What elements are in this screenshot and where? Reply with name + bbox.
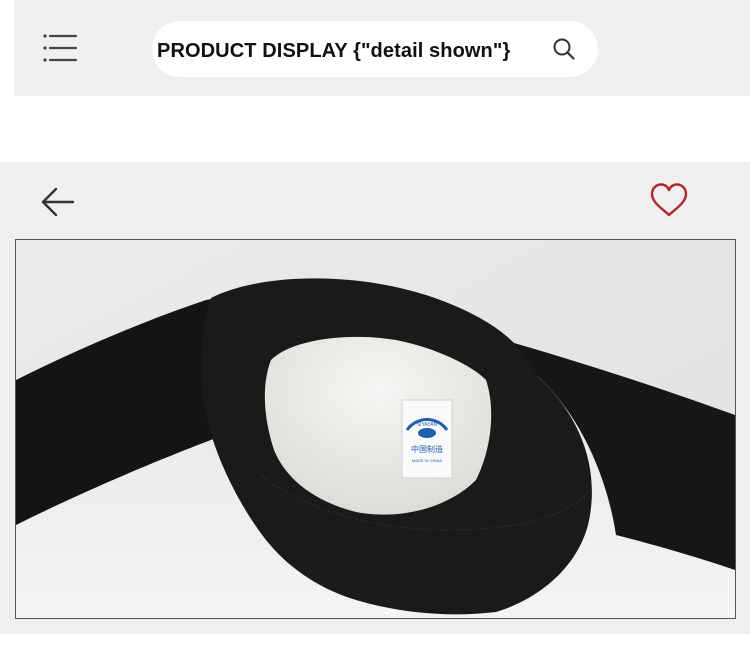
hamburger-menu-icon (43, 34, 78, 62)
back-button[interactable] (40, 186, 76, 218)
back-arrow-icon (41, 187, 75, 217)
search-icon (553, 38, 575, 60)
search-query-text: PRODUCT DISPLAY {"detail shown"} (157, 40, 511, 62)
favorite-button[interactable] (650, 182, 688, 220)
menu-button[interactable] (42, 30, 78, 66)
sweatshirt-collar-photo: SIYAYAN 中国制造 MADE IN CHINA (16, 240, 735, 618)
product-panel: SIYAYAN 中国制造 MADE IN CHINA (0, 162, 750, 634)
top-bar: PRODUCT DISPLAY {"detail shown"} (14, 0, 750, 96)
product-photo[interactable]: SIYAYAN 中国制造 MADE IN CHINA (15, 239, 736, 619)
label-made-in-text: MADE IN CHINA (412, 458, 443, 463)
search-bar[interactable]: PRODUCT DISPLAY {"detail shown"} (152, 21, 598, 77)
label-brand-text: SIYAYAN (417, 422, 438, 428)
heart-icon (650, 183, 688, 217)
label-chinese-text: 中国制造 (411, 444, 443, 454)
search-button[interactable] (552, 37, 576, 61)
brand-label: SIYAYAN 中国制造 MADE IN CHINA (401, 399, 453, 479)
